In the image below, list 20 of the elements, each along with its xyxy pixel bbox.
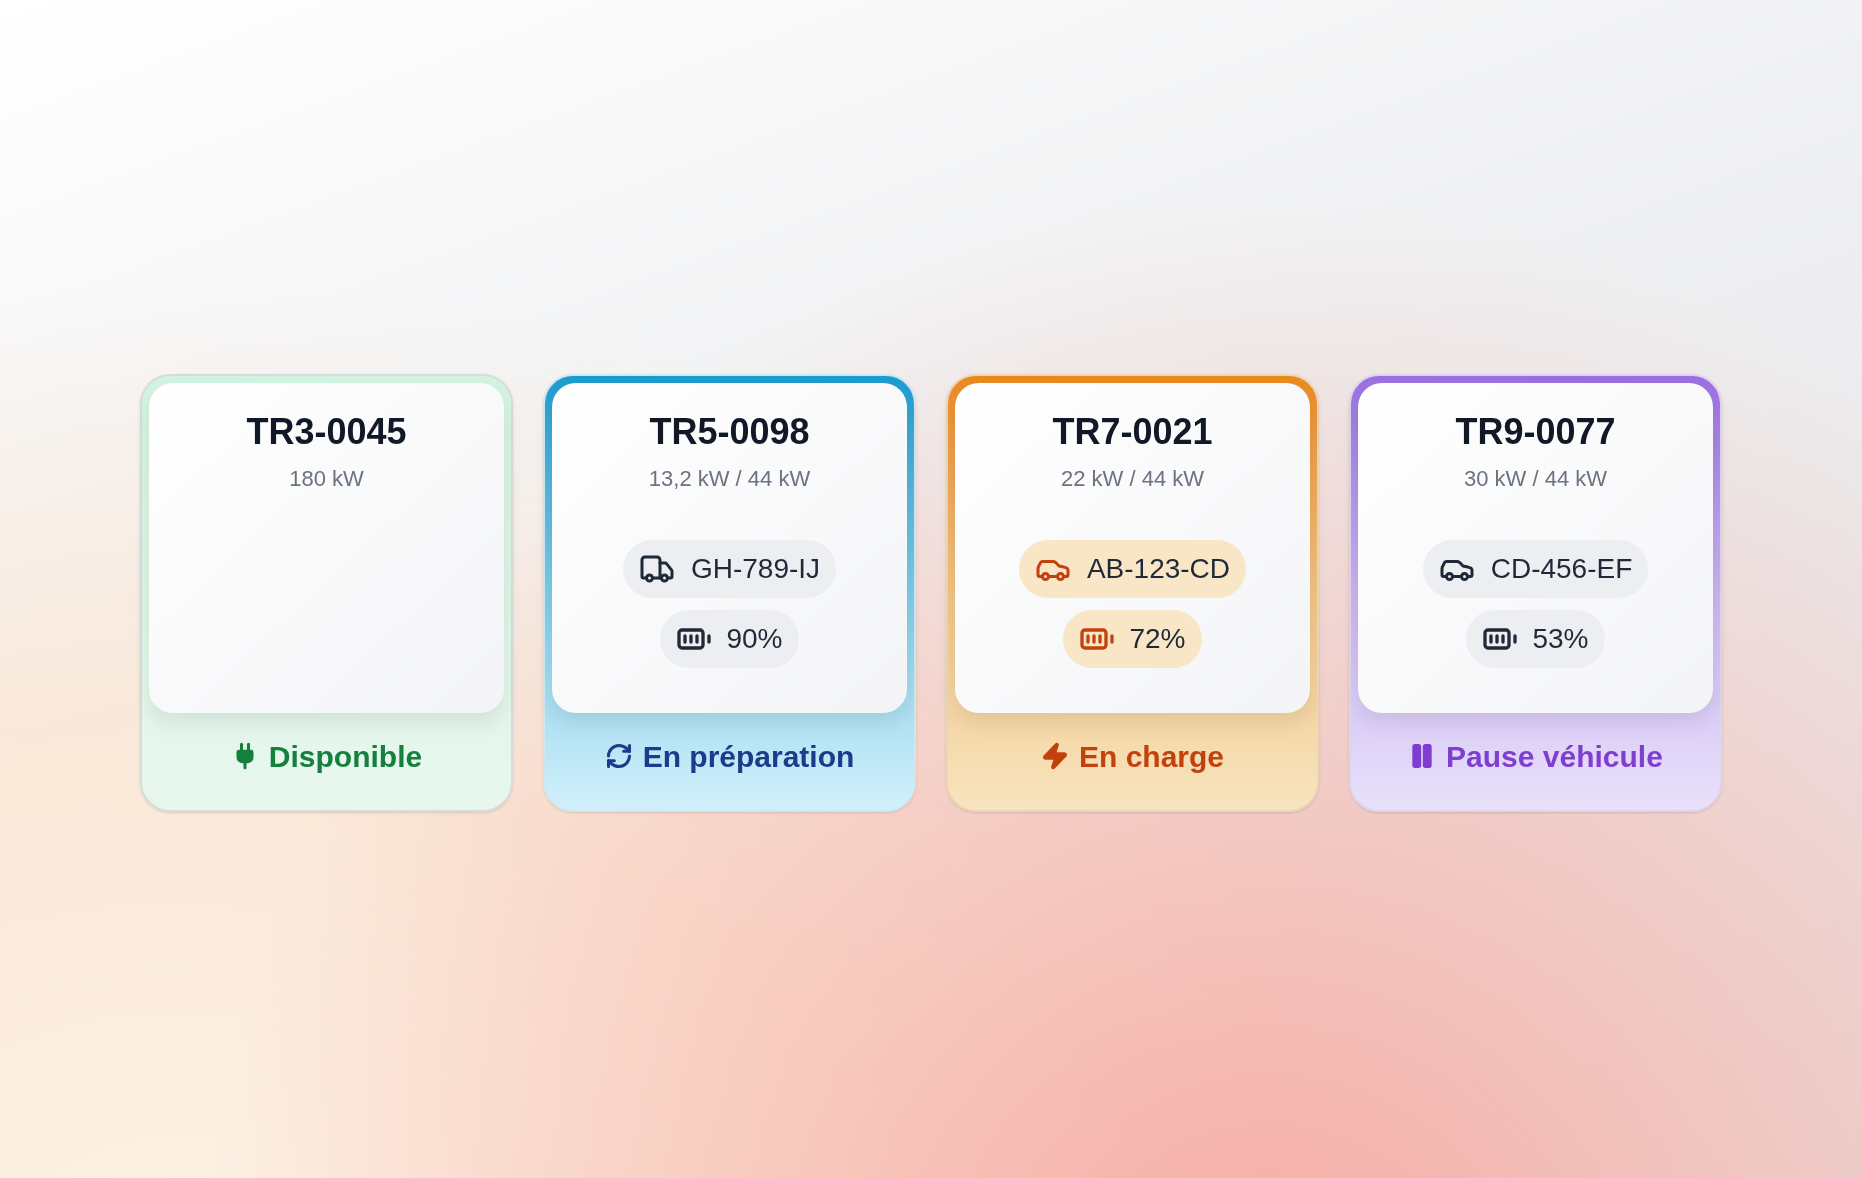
refresh-icon — [604, 742, 633, 770]
plate-number: CD-456-EF — [1490, 552, 1633, 586]
status-label: En charge — [1078, 738, 1225, 775]
status-label: Disponible — [268, 738, 423, 775]
station-id: TR3-0045 — [246, 410, 407, 454]
station-id: TR9-0077 — [1455, 410, 1616, 454]
battery-percentage: 53% — [1532, 622, 1589, 656]
station-id: TR7-0021 — [1052, 410, 1213, 454]
power-reading: 180 kW — [289, 465, 364, 493]
power-reading: 22 kW / 44 kW — [1060, 465, 1204, 493]
plate-number: AB-123-CD — [1086, 552, 1231, 586]
battery-percentage: 72% — [1129, 622, 1186, 656]
power-reading: 30 kW / 44 kW — [1463, 465, 1607, 493]
station-id: TR5-0098 — [649, 410, 810, 454]
battery-percentage: 90% — [726, 622, 783, 656]
lightning-icon — [1040, 742, 1069, 770]
power-reading: 13,2 kW / 44 kW — [648, 465, 811, 493]
status-label: En préparation — [642, 738, 855, 775]
status-label: Pause véhicule — [1446, 738, 1663, 775]
plate-number: GH-789-IJ — [690, 552, 821, 586]
